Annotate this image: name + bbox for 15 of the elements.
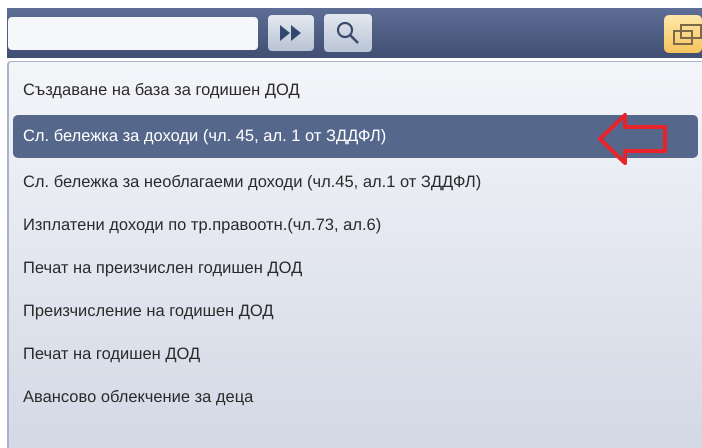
menu-item[interactable]: Изплатени доходи по тр.правоотн.(чл.73, ал.6) bbox=[13, 204, 698, 247]
search-button[interactable] bbox=[324, 14, 372, 52]
search-icon bbox=[335, 20, 361, 46]
menu-item[interactable]: Печат на преизчислен годишен ДОД bbox=[13, 247, 698, 290]
menu-item[interactable]: Сл. бележка за доходи (чл. 45, ал. 1 от ЗДДФЛ) bbox=[13, 115, 698, 158]
arrow-icon bbox=[597, 112, 669, 166]
windows-button[interactable] bbox=[664, 15, 702, 53]
menu-item[interactable]: Преизчисление на годишен ДОД bbox=[13, 290, 698, 333]
menu-item[interactable]: Създаване на база за годишен ДОД bbox=[13, 69, 698, 112]
fast-forward-button[interactable] bbox=[268, 15, 314, 51]
menu-item[interactable]: Печат на годишен ДОД bbox=[13, 333, 698, 376]
windows-icon bbox=[672, 22, 702, 46]
menu-item[interactable]: Авансово облекчение за деца bbox=[13, 376, 698, 419]
menu-item[interactable]: Сл. бележка за необлагаеми доходи (чл.45, ал.1 от ЗДДФЛ) bbox=[13, 161, 698, 204]
search-field[interactable] bbox=[8, 16, 258, 50]
